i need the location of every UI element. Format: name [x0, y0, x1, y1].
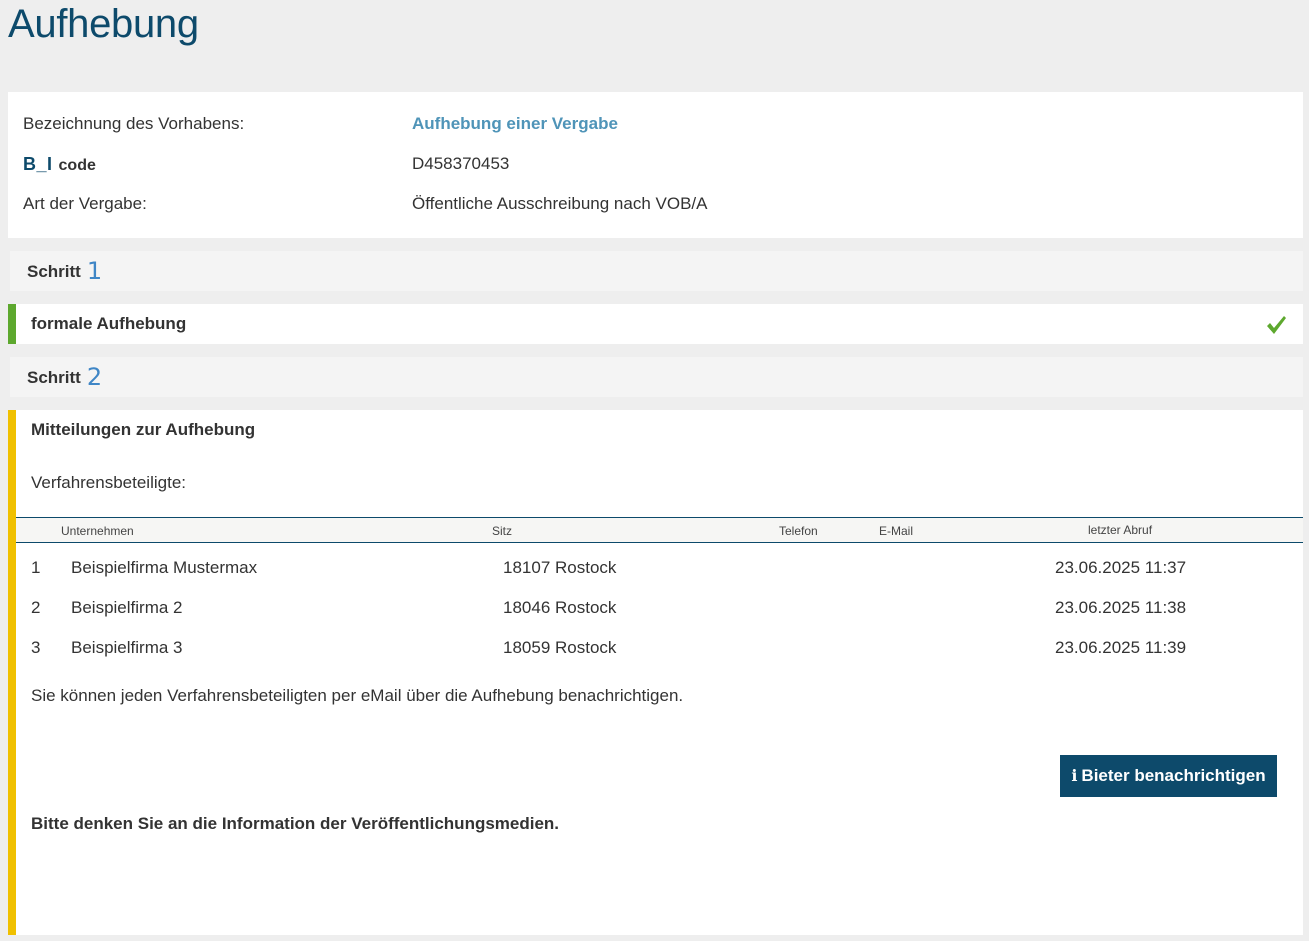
row-seat: 18059 Rostock: [503, 638, 617, 657]
column-header-phone[interactable]: Telefon: [779, 524, 818, 538]
step-1-number: 1: [86, 257, 103, 285]
row-seat: 18046 Rostock: [503, 598, 617, 617]
step-1-label: Schritt: [27, 262, 81, 281]
project-name-link[interactable]: Aufhebung einer Vergabe: [412, 112, 618, 136]
row-last-access: 23.06.2025 11:38: [1055, 598, 1187, 617]
code-value: D458370453: [412, 154, 510, 173]
notify-hint: Sie können jeden Verfahrensbeteiligten p…: [31, 686, 684, 705]
row-last-access: 23.06.2025 11:37: [1055, 558, 1187, 577]
bi-logo: B_I: [23, 154, 53, 174]
info-icon: i: [1071, 766, 1078, 785]
column-header-email[interactable]: E-Mail: [879, 524, 913, 538]
project-name-label: Bezeichnung des Vorhabens:: [23, 114, 245, 133]
code-row: B_I code D458370453: [23, 152, 1303, 176]
column-header-company[interactable]: Unternehmen: [61, 524, 134, 538]
row-company: Beispielfirma 2: [71, 598, 183, 617]
participants-label: Verfahrensbeteiligte:: [31, 473, 186, 492]
step-1-title: formale Aufhebung: [31, 314, 187, 333]
table-header: Unternehmen Sitz Telefon E-Mail letzter …: [16, 517, 1303, 543]
step-2-panel: Mitteilungen zur Aufhebung Verfahrensbet…: [8, 410, 1303, 935]
table-row: 1 Beispielfirma Mustermax 18107 Rostock …: [16, 549, 1303, 589]
award-type-row: Art der Vergabe: Öffentliche Ausschreibu…: [23, 192, 1303, 216]
project-info-panel: Bezeichnung des Vorhabens: Aufhebung ein…: [8, 92, 1303, 238]
table-row: 2 Beispielfirma 2 18046 Rostock 23.06.20…: [16, 589, 1303, 629]
table-row: 3 Beispielfirma 3 18059 Rostock 23.06.20…: [16, 629, 1303, 669]
step-2-title: Mitteilungen zur Aufhebung: [31, 420, 256, 439]
page-title: Aufhebung: [8, 2, 199, 46]
project-name-row: Bezeichnung des Vorhabens: Aufhebung ein…: [23, 112, 1303, 136]
row-seat: 18107 Rostock: [503, 558, 617, 577]
row-number: 3: [31, 638, 41, 657]
notify-bidders-button[interactable]: i Bieter benachrichtigen: [1060, 755, 1277, 797]
notify-bidders-label: Bieter benachrichtigen: [1081, 766, 1266, 785]
row-number: 2: [31, 598, 41, 617]
checkmark-icon: [1267, 316, 1286, 334]
column-header-seat[interactable]: Sitz: [492, 524, 512, 538]
row-last-access: 23.06.2025 11:39: [1055, 638, 1187, 657]
row-number: 1: [31, 558, 41, 577]
row-company: Beispielfirma Mustermax: [71, 558, 258, 577]
step-1-panel: formale Aufhebung: [8, 304, 1303, 344]
step-2-label: Schritt: [27, 368, 81, 387]
participants-table: Unternehmen Sitz Telefon E-Mail letzter …: [16, 517, 1303, 669]
code-label-group: B_I code: [23, 152, 96, 178]
row-company: Beispielfirma 3: [71, 638, 183, 657]
publication-media-reminder: Bitte denken Sie an die Information der …: [31, 814, 560, 833]
award-type-label: Art der Vergabe:: [23, 194, 147, 213]
step-1-header: Schritt 1: [10, 251, 1303, 291]
step-2-number: 2: [86, 363, 103, 391]
code-label: code: [58, 157, 96, 174]
column-header-last-access[interactable]: letzter Abruf: [1088, 523, 1152, 537]
award-type-value: Öffentliche Ausschreibung nach VOB/A: [412, 194, 708, 213]
step-2-header: Schritt 2: [10, 357, 1303, 397]
